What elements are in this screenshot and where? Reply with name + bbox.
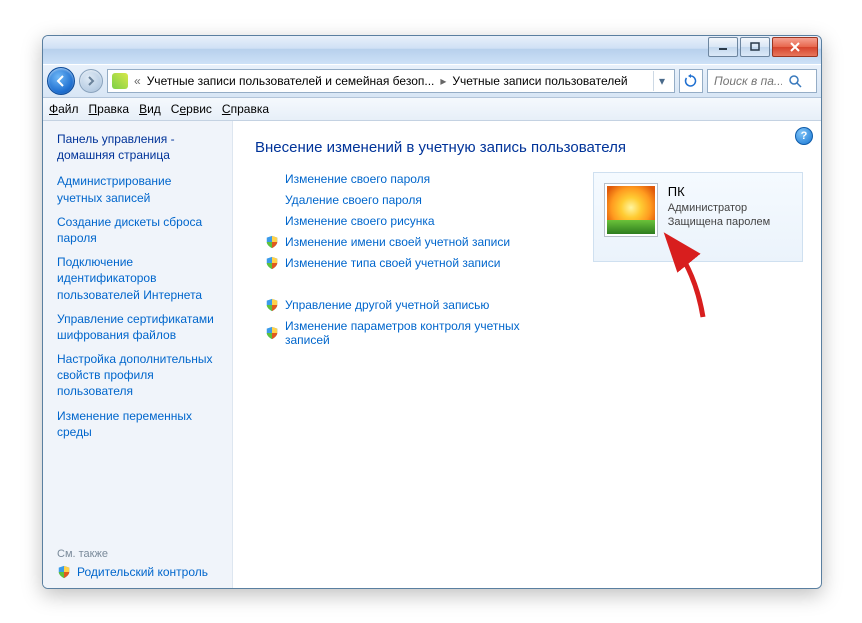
breadcrumb-segment[interactable]: Учетные записи пользователей и семейная … xyxy=(147,74,435,88)
close-button[interactable] xyxy=(772,37,818,57)
page-title: Внесение изменений в учетную запись поль… xyxy=(255,139,803,156)
account-card: ПК Администратор Защищена паролем xyxy=(593,172,803,262)
address-dropdown-button[interactable]: ▾ xyxy=(653,71,670,91)
location-icon xyxy=(112,73,128,89)
account-role: Администратор xyxy=(668,201,770,216)
menu-view[interactable]: Вид xyxy=(139,102,161,116)
window: « Учетные записи пользователей и семейна… xyxy=(42,35,822,589)
maximize-button[interactable] xyxy=(740,37,770,57)
shield-icon xyxy=(265,235,279,249)
search-box[interactable] xyxy=(707,69,817,93)
sidebar: Панель управления - домашняя страница Ад… xyxy=(43,121,233,588)
shield-icon xyxy=(265,326,279,340)
help-icon[interactable]: ? xyxy=(795,127,813,145)
sidebar-task-link[interactable]: Подключение идентификаторов пользователе… xyxy=(57,254,220,303)
action-change-password[interactable]: Изменение своего пароля xyxy=(285,172,430,186)
see-also-label: См. также xyxy=(57,548,220,560)
action-change-picture[interactable]: Изменение своего рисунка xyxy=(285,214,435,228)
forward-button[interactable] xyxy=(79,69,103,93)
shield-icon xyxy=(57,565,71,579)
action-manage-other-account[interactable]: Управление другой учетной записью xyxy=(285,298,489,312)
sidebar-task-link[interactable]: Администрирование учетных записей xyxy=(57,173,220,205)
breadcrumb-separator: « xyxy=(134,74,141,88)
menu-edit[interactable]: Правка xyxy=(89,102,130,116)
breadcrumb-chevron-icon: ▸ xyxy=(440,74,446,88)
sidebar-task-link[interactable]: Настройка дополнительных свойств профиля… xyxy=(57,351,220,400)
breadcrumb-segment[interactable]: Учетные записи пользователей xyxy=(452,74,627,88)
menu-bar: ФФайлайл Правка Вид Сервис Справка xyxy=(43,98,821,121)
control-panel-home-link[interactable]: Панель управления - домашняя страница xyxy=(57,131,220,163)
action-remove-password[interactable]: Удаление своего пароля xyxy=(285,193,422,207)
action-change-account-name[interactable]: Изменение имени своей учетной записи xyxy=(285,235,510,249)
search-icon xyxy=(788,74,802,88)
action-uac-settings[interactable]: Изменение параметров контроля учетных за… xyxy=(285,319,553,347)
search-input[interactable] xyxy=(712,73,784,89)
navigation-bar: « Учетные записи пользователей и семейна… xyxy=(43,64,821,98)
shield-icon xyxy=(265,256,279,270)
sidebar-task-link[interactable]: Создание дискеты сброса пароля xyxy=(57,214,220,246)
minimize-button[interactable] xyxy=(708,37,738,57)
refresh-button[interactable] xyxy=(679,69,703,93)
action-change-account-type[interactable]: Изменение типа своей учетной записи xyxy=(285,256,500,270)
back-button[interactable] xyxy=(47,67,75,95)
menu-tools[interactable]: Сервис xyxy=(171,102,212,116)
window-body: Панель управления - домашняя страница Ад… xyxy=(43,121,821,588)
account-name: ПК xyxy=(668,183,770,201)
shield-icon xyxy=(265,298,279,312)
sidebar-task-link[interactable]: Изменение переменных среды xyxy=(57,408,220,440)
account-status: Защищена паролем xyxy=(668,215,770,230)
address-bar[interactable]: « Учетные записи пользователей и семейна… xyxy=(107,69,675,93)
avatar xyxy=(604,183,658,237)
menu-help[interactable]: Справка xyxy=(222,102,269,116)
menu-file[interactable]: ФФайлайл xyxy=(49,102,79,116)
parental-controls-link[interactable]: Родительский контроль xyxy=(77,564,208,580)
sidebar-task-link[interactable]: Управление сертификатами шифрования файл… xyxy=(57,311,220,343)
action-list: Изменение своего пароля Удаление своего … xyxy=(255,172,553,347)
titlebar xyxy=(43,36,821,64)
content-area: ? Внесение изменений в учетную запись по… xyxy=(233,121,821,588)
